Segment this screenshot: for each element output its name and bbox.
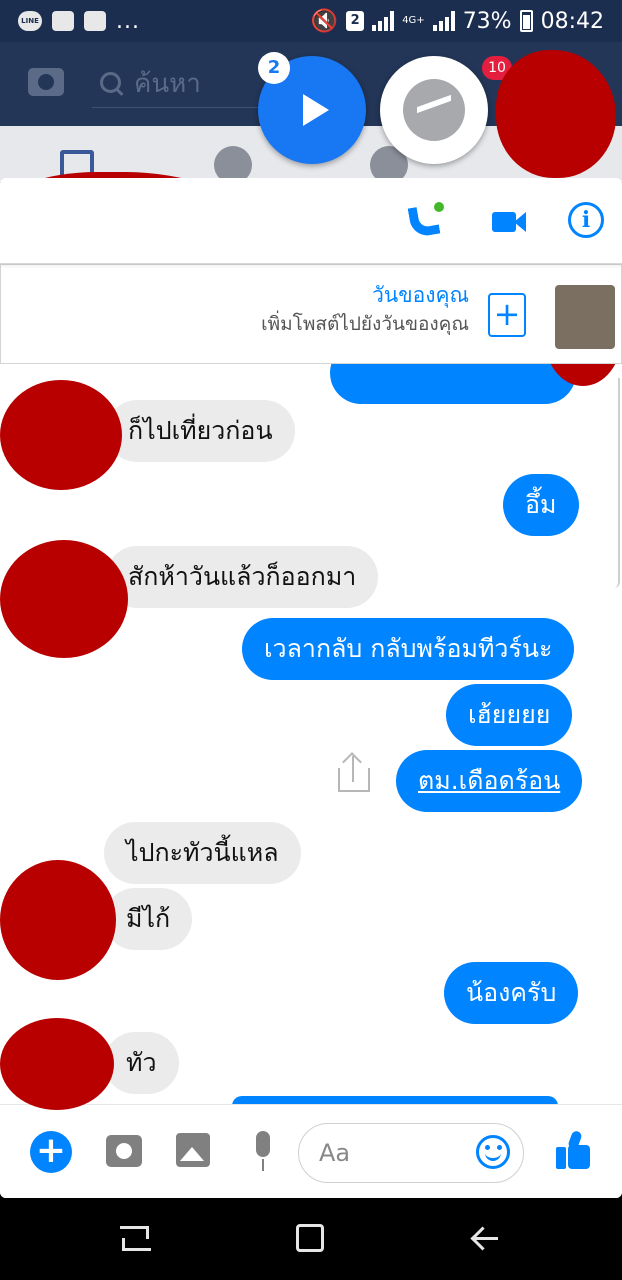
chat-head-badge: 2	[258, 52, 290, 84]
camera-icon[interactable]	[28, 68, 64, 96]
scrollbar[interactable]	[614, 378, 620, 588]
battery-percent: 73%	[462, 8, 512, 34]
calendar-notification-icon	[84, 11, 106, 31]
story-thumbnail[interactable]	[555, 285, 615, 349]
recent-apps-icon[interactable]	[120, 1226, 151, 1252]
sim-icon: 2	[346, 11, 365, 31]
message-bubble[interactable]: เวลากลับ กลับพร้อมทีวร์นะ	[242, 618, 575, 680]
redaction	[0, 860, 116, 980]
composer-bar: + Aa	[0, 1104, 622, 1198]
info-icon[interactable]: i	[568, 202, 604, 238]
android-navigation-bar	[0, 1198, 622, 1280]
back-icon[interactable]	[470, 1226, 498, 1250]
messenger-chat-head[interactable]	[380, 56, 488, 164]
story-subtitle: เพิ่มโพสต์ไปยังวันของคุณ	[261, 313, 469, 335]
message-bubble-link[interactable]: ตม.เดือดร้อน	[396, 750, 583, 812]
message-bubble[interactable]: อึ้ม	[503, 474, 579, 536]
message-bubble[interactable]: สักห้าวันแล้วก็ออกมา	[106, 546, 379, 608]
message-bubble[interactable]: เฮ้ยยยย	[446, 684, 573, 746]
more-notifications: ...	[116, 8, 140, 34]
share-icon[interactable]	[338, 754, 370, 794]
story-title: วันของคุณ	[372, 283, 469, 307]
video-icon[interactable]	[492, 206, 528, 238]
redaction	[0, 1018, 114, 1110]
phone-icon[interactable]	[404, 200, 448, 244]
search-placeholder: ค้นหา	[134, 69, 201, 99]
redaction	[0, 380, 122, 490]
messenger-icon	[403, 79, 465, 141]
clock: 08:42	[540, 8, 604, 34]
camera-icon[interactable]	[106, 1135, 142, 1167]
signal-icon	[372, 11, 395, 31]
search-icon	[100, 71, 124, 96]
message-placeholder: Aa	[319, 1139, 351, 1167]
message-bubble[interactable]: มีไก้	[104, 888, 193, 950]
your-day-card[interactable]: วันของคุณ เพิ่มโพสต์ไปยังวันของคุณ +	[0, 264, 622, 364]
battery-icon	[519, 10, 533, 32]
signal-icon-2	[432, 11, 455, 31]
mic-icon[interactable]	[250, 1131, 276, 1173]
home-icon[interactable]	[296, 1224, 324, 1252]
message-bubble[interactable]: ก็ไปเที่ยวก่อน	[106, 400, 295, 462]
plus-icon[interactable]: +	[30, 1131, 72, 1173]
online-indicator	[434, 202, 444, 212]
redaction	[496, 50, 616, 178]
redaction	[0, 540, 128, 658]
conversation-header: i	[0, 178, 622, 264]
message-bubble[interactable]: น้องครับ	[444, 962, 579, 1024]
like-icon[interactable]	[556, 1129, 592, 1171]
emoji-icon[interactable]	[476, 1135, 510, 1169]
image-icon[interactable]	[176, 1133, 210, 1167]
message-bubble[interactable]: ทัว	[104, 1032, 179, 1094]
network-type: 4G+	[402, 15, 425, 26]
status-bar: LINE ... 🔇 2 4G+ 73% 08:42	[0, 0, 622, 42]
message-bubble[interactable]: ไปกะทัวนี้แหล	[104, 822, 301, 884]
image-notification-icon	[52, 11, 74, 31]
mute-icon: 🔇	[310, 8, 339, 34]
play-icon	[303, 94, 329, 126]
line-app-icon: LINE	[18, 11, 42, 31]
add-icon[interactable]: +	[488, 293, 526, 337]
